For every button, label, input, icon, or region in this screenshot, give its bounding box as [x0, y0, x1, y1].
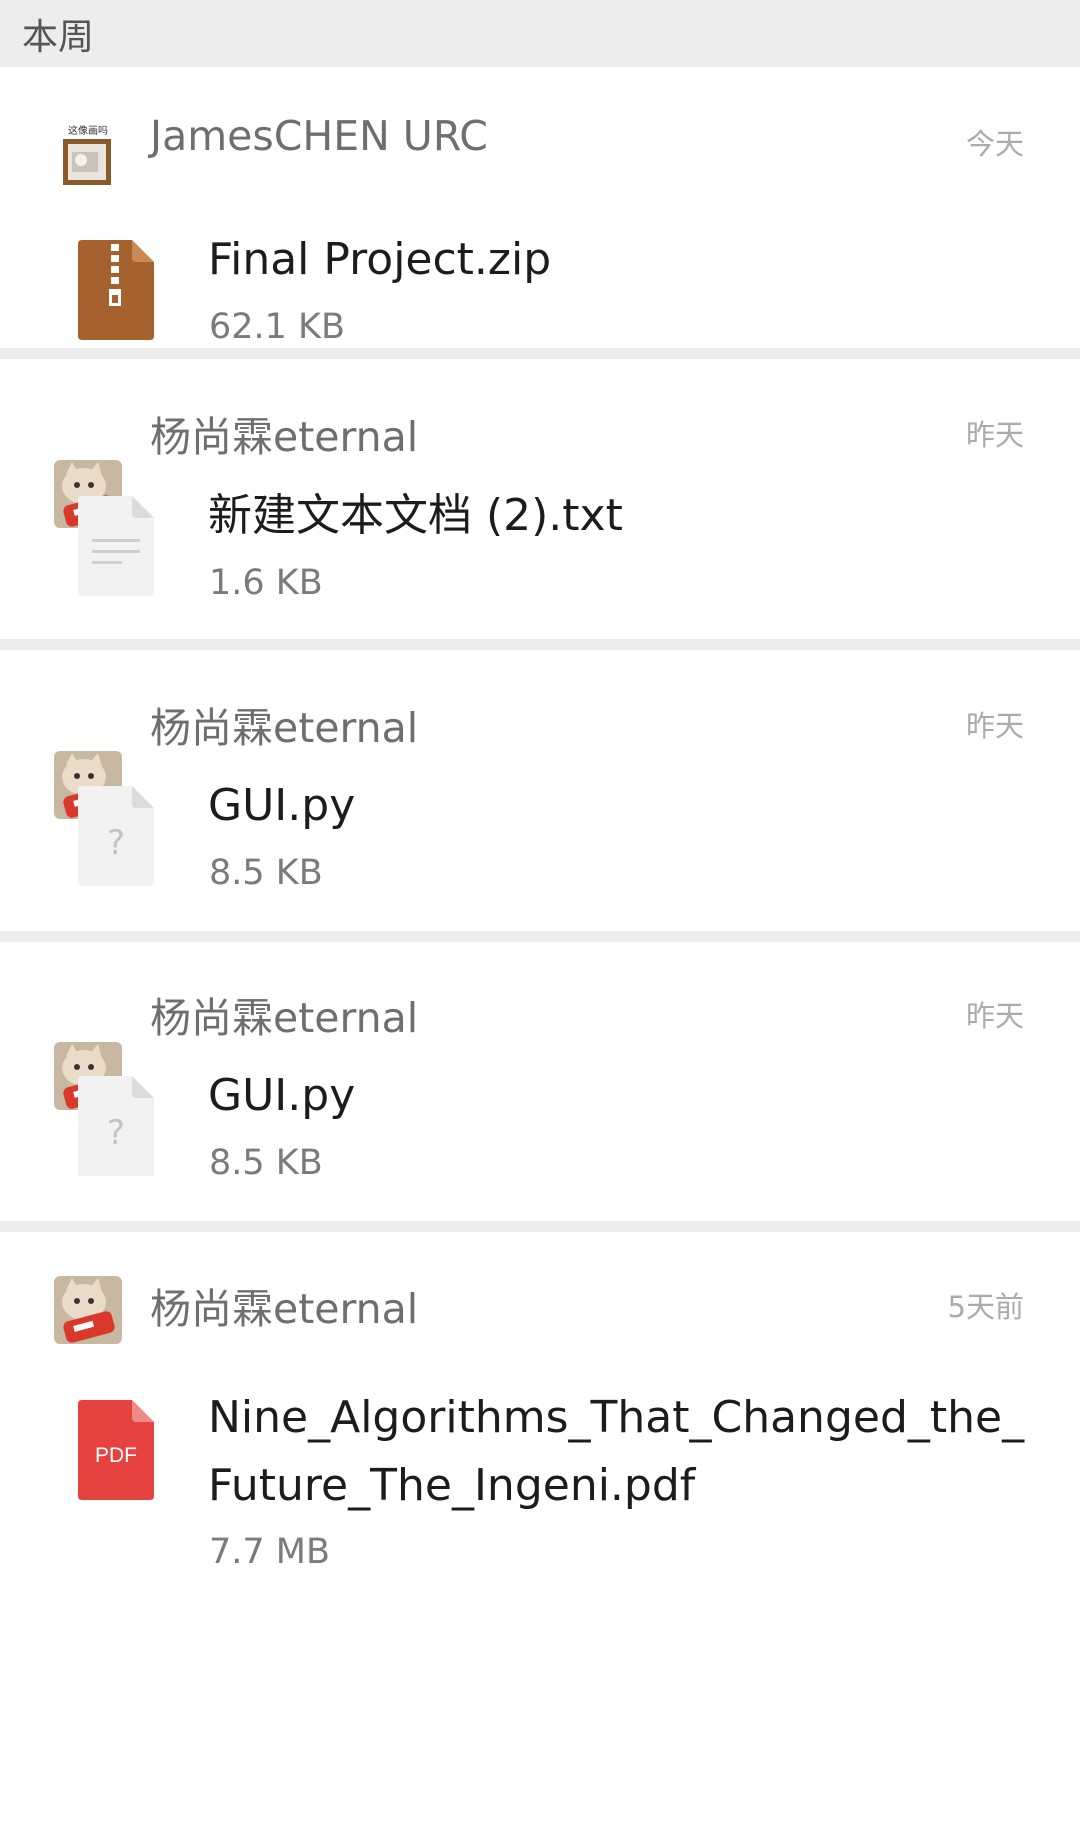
pdf-file-icon: PDF — [78, 1400, 154, 1500]
avatar[interactable]: 这像画吗 — [54, 122, 122, 190]
unknown-file-glyph: ? — [107, 823, 125, 863]
sender-name: 杨尚霖eternal — [150, 704, 419, 752]
file-icon-wrapper[interactable]: PDF — [78, 1400, 154, 1500]
sender-name: 杨尚霖eternal — [150, 413, 419, 461]
message-date: 5天前 — [947, 1290, 1024, 1324]
file-message-card[interactable]: 杨尚霖eternal 昨天 新建文本文档 (2).txt 1.6 KB — [0, 359, 1080, 639]
file-icon-wrapper[interactable]: ? — [78, 1076, 154, 1176]
file-name[interactable]: Final Project.zip — [208, 226, 1028, 294]
text-document-icon — [78, 496, 154, 596]
file-message-card[interactable]: 这像画吗 JamesCHEN URC 今天 Final Project.zip … — [0, 67, 1080, 348]
file-size: 8.5 KB — [209, 853, 323, 893]
unknown-file-icon: ? — [78, 786, 154, 886]
file-size: 62.1 KB — [209, 307, 346, 347]
sender-name: 杨尚霖eternal — [150, 994, 419, 1042]
file-message-card[interactable]: 杨尚霖eternal 5天前 PDF Nine_Algorithms_That_… — [0, 1232, 1080, 1833]
message-date: 昨天 — [965, 418, 1024, 452]
avatar-caption: 这像画吗 — [68, 124, 108, 137]
file-name[interactable]: GUI.py — [208, 1062, 1028, 1130]
zip-archive-icon — [78, 240, 154, 340]
unknown-file-glyph: ? — [107, 1113, 125, 1153]
message-date: 昨天 — [965, 709, 1024, 743]
avatar[interactable] — [54, 1276, 122, 1344]
cat-with-can-avatar-icon — [54, 1276, 122, 1344]
file-name[interactable]: GUI.py — [208, 772, 1028, 840]
file-icon-wrapper[interactable] — [78, 496, 154, 596]
file-name[interactable]: 新建文本文档 (2).txt — [208, 482, 1028, 550]
message-date: 今天 — [965, 127, 1024, 161]
framed-picture-avatar-icon: 这像画吗 — [54, 122, 122, 190]
file-icon-wrapper[interactable]: ? — [78, 786, 154, 886]
file-size: 1.6 KB — [209, 563, 323, 603]
file-size: 7.7 MB — [209, 1532, 330, 1572]
sender-name: 杨尚霖eternal — [150, 1285, 419, 1333]
message-date: 昨天 — [965, 999, 1024, 1033]
sender-name: JamesCHEN URC — [150, 112, 488, 160]
file-name[interactable]: Nine_Algorithms_That_Changed_the_Future_… — [208, 1384, 1028, 1520]
file-message-card[interactable]: 杨尚霖eternal 昨天 ? GUI.py 8.5 KB — [0, 942, 1080, 1221]
section-header: 本周 — [0, 0, 1080, 67]
section-title: 本周 — [22, 16, 95, 58]
file-size: 8.5 KB — [209, 1143, 323, 1183]
file-message-card[interactable]: 杨尚霖eternal 昨天 ? GUI.py 8.5 KB — [0, 650, 1080, 931]
unknown-file-icon: ? — [78, 1076, 154, 1176]
file-icon-wrapper[interactable] — [78, 240, 154, 340]
pdf-label: PDF — [95, 1444, 137, 1467]
